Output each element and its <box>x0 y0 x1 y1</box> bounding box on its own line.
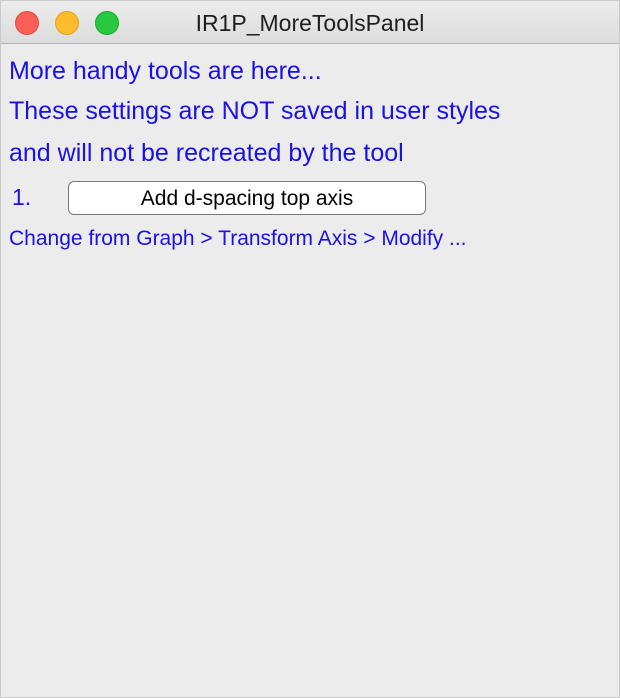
hint-text: Change from Graph > Transform Axis > Mod… <box>9 227 467 250</box>
window-title: IR1P_MoreToolsPanel <box>195 10 425 36</box>
add-dspacing-top-axis-button[interactable]: Add d-spacing top axis <box>68 181 426 215</box>
warning-text-line1: These settings are NOT saved in user sty… <box>9 97 501 125</box>
intro-text: More handy tools are here... <box>9 57 322 85</box>
window: IR1P_MoreToolsPanel More handy tools are… <box>0 0 620 698</box>
title-bar[interactable]: IR1P_MoreToolsPanel <box>1 1 619 44</box>
warning-text-line2: and will not be recreated by the tool <box>9 139 404 167</box>
panel-content: More handy tools are here... These setti… <box>1 45 619 697</box>
item-number-label: 1. <box>12 184 32 210</box>
